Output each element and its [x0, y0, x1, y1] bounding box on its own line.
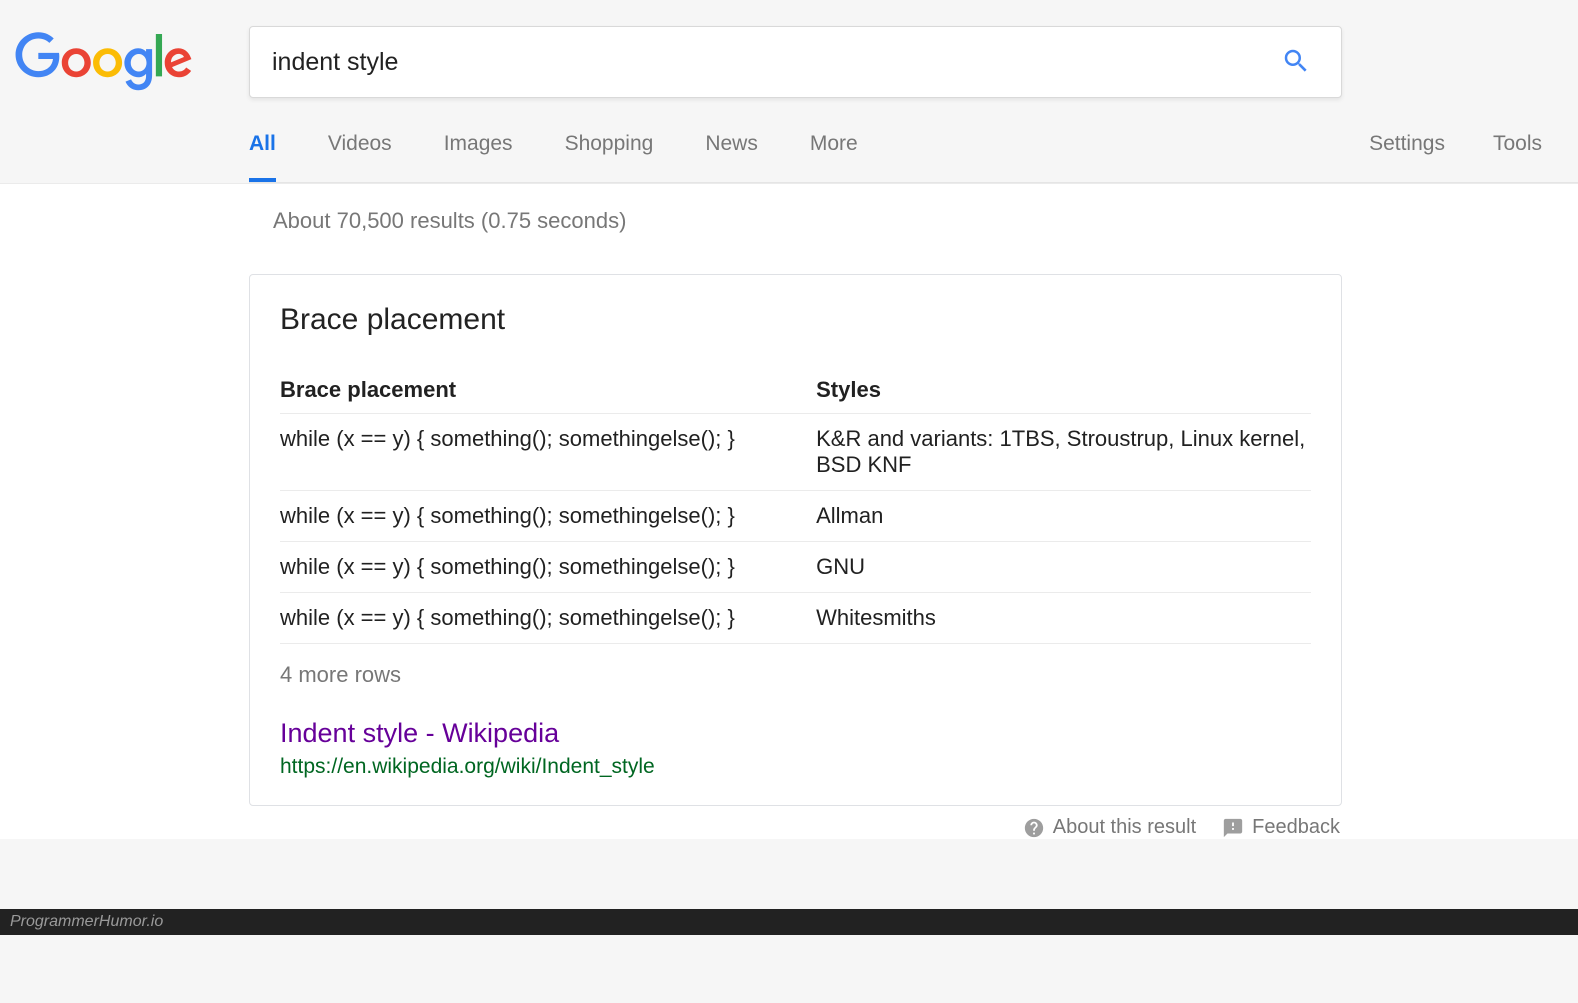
google-logo[interactable]	[14, 32, 249, 92]
nav-all[interactable]: All	[249, 132, 276, 182]
search-icon	[1281, 46, 1311, 76]
table-row: while (x == y) { something(); somethinge…	[280, 491, 1311, 542]
feedback-link[interactable]: Feedback	[1222, 816, 1340, 839]
feedback-label: Feedback	[1252, 816, 1340, 839]
search-button[interactable]	[1273, 38, 1319, 87]
table-row: while (x == y) { something(); somethinge…	[280, 593, 1311, 644]
about-this-result-label: About this result	[1053, 816, 1196, 839]
snippet-table: Brace placement Styles while (x == y) { …	[280, 367, 1311, 644]
nav-shopping[interactable]: Shopping	[565, 132, 654, 182]
about-this-result[interactable]: About this result	[1023, 816, 1196, 839]
table-cell-style: GNU	[816, 542, 1311, 593]
search-nav: All Videos Images Shopping News More Set…	[249, 132, 1578, 183]
featured-snippet: Brace placement Brace placement Styles w…	[249, 274, 1342, 806]
result-stats: About 70,500 results (0.75 seconds)	[273, 208, 1342, 234]
nav-settings[interactable]: Settings	[1369, 132, 1445, 182]
more-rows-link[interactable]: 4 more rows	[280, 662, 1311, 688]
table-header-brace: Brace placement	[280, 367, 816, 414]
snippet-title: Brace placement	[280, 303, 1311, 337]
table-cell-code: while (x == y) { something(); somethinge…	[280, 593, 816, 644]
table-row: while (x == y) { something(); somethinge…	[280, 414, 1311, 491]
nav-more[interactable]: More	[810, 132, 858, 182]
help-icon	[1023, 817, 1045, 839]
source-title-link[interactable]: Indent style - Wikipedia	[280, 718, 1311, 749]
source-url[interactable]: https://en.wikipedia.org/wiki/Indent_sty…	[280, 755, 1311, 779]
search-input[interactable]	[272, 48, 1273, 77]
table-row: while (x == y) { something(); somethinge…	[280, 542, 1311, 593]
table-cell-style: K&R and variants: 1TBS, Stroustrup, Linu…	[816, 414, 1311, 491]
search-box[interactable]	[249, 26, 1342, 98]
table-cell-code: while (x == y) { something(); somethinge…	[280, 542, 816, 593]
watermark: ProgrammerHumor.io	[0, 909, 1578, 935]
nav-videos[interactable]: Videos	[328, 132, 392, 182]
table-cell-style: Allman	[816, 491, 1311, 542]
table-cell-style: Whitesmiths	[816, 593, 1311, 644]
feedback-icon	[1222, 817, 1244, 839]
table-header-styles: Styles	[816, 367, 1311, 414]
table-cell-code: while (x == y) { something(); somethinge…	[280, 491, 816, 542]
table-cell-code: while (x == y) { something(); somethinge…	[280, 414, 816, 491]
nav-tools[interactable]: Tools	[1493, 132, 1542, 182]
nav-news[interactable]: News	[705, 132, 758, 182]
nav-images[interactable]: Images	[444, 132, 513, 182]
